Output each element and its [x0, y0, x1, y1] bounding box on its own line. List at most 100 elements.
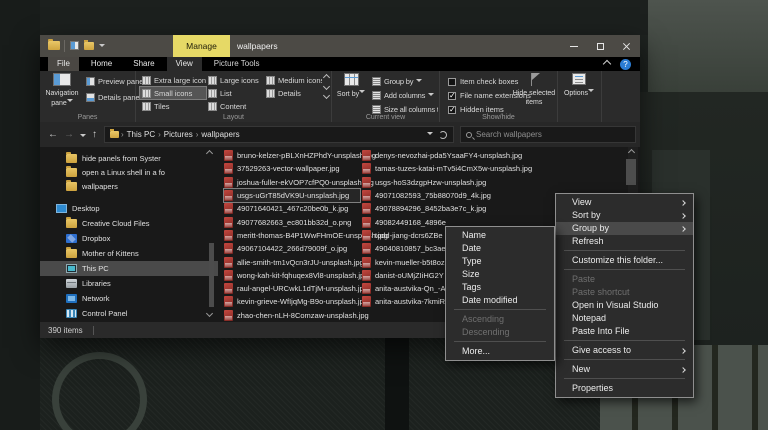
file-item[interactable]: bruno-kelzer-pBLXnHZPhdY-unsplash.jpg: [224, 149, 360, 162]
gallery-more-icon[interactable]: [323, 92, 330, 99]
search-box[interactable]: [460, 126, 636, 143]
sidebar-item-mother-of-kittens[interactable]: Mother of Kittens: [40, 246, 218, 261]
file-item[interactable]: meritt-thomas-B4P1WwFHmOE-unsplash.jpg: [224, 229, 360, 242]
menu-item-view[interactable]: View: [556, 196, 693, 209]
menu-item-sort-by[interactable]: Sort by: [556, 209, 693, 222]
menu-item-tags[interactable]: Tags: [446, 281, 554, 294]
sidebar-item-control-panel[interactable]: Control Panel: [40, 306, 218, 321]
recent-locations-chevron-icon[interactable]: [80, 130, 86, 145]
file-item[interactable]: 49071640421_467c20be0b_k.jpg: [224, 202, 360, 215]
file-item[interactable]: 49077682663_ec801bb32d_o.png: [224, 215, 360, 228]
wallpaper-region: [648, 0, 768, 92]
tab-file[interactable]: File: [48, 57, 79, 71]
file-item[interactable]: denys-nevozhai-pda5YsaaFY4-unsplash.jpg: [362, 149, 602, 162]
qat-chevron-down-icon[interactable]: [99, 44, 105, 50]
menu-item-type[interactable]: Type: [446, 255, 554, 268]
file-item[interactable]: 37529263-vector-wallpaper.jpg: [224, 162, 360, 175]
tab-picture-tools[interactable]: Picture Tools: [205, 57, 269, 71]
menu-item-new[interactable]: New: [556, 363, 693, 376]
layout-option-large-icons[interactable]: Large icons: [206, 74, 264, 86]
menu-item-date-modified[interactable]: Date modified: [446, 294, 554, 307]
menu-item-customize-this-folder[interactable]: Customize this folder...: [556, 254, 693, 267]
layout-option-content[interactable]: Content: [206, 100, 264, 112]
file-item-selected[interactable]: usgs-uGrT85dVK9U-unsplash.jpg: [224, 189, 360, 202]
refresh-icon[interactable]: [439, 131, 447, 139]
layout-option-medium-icons[interactable]: Medium icons: [264, 74, 322, 86]
back-button[interactable]: ←: [48, 127, 58, 142]
gallery-scroll-down-icon[interactable]: [323, 83, 330, 90]
sidebar-item-creative-cloud-files[interactable]: Creative Cloud Files: [40, 216, 218, 231]
menu-item-more[interactable]: More...: [446, 345, 554, 358]
size-all-columns-to-fit-button[interactable]: Size all columns to fit: [372, 105, 438, 114]
menu-item-name[interactable]: Name: [446, 229, 554, 242]
breadcrumb-wallpapers[interactable]: wallpapers: [198, 130, 242, 139]
address-dropdown-icon[interactable]: [427, 132, 433, 138]
menu-item-give-access-to[interactable]: Give access to: [556, 344, 693, 357]
sidebar-item-libraries[interactable]: Libraries: [40, 276, 218, 291]
qat-new-folder-icon[interactable]: [84, 42, 94, 50]
file-name: tamas-tuzes-katai-mTv5i4CmX5w-unsplash.j…: [375, 164, 532, 173]
file-item[interactable]: kevin-grieve-WfIjqMg-B9o-unsplash.jpg: [224, 295, 360, 308]
file-item[interactable]: joshua-fuller-ekVOP7cfPQ0-unsplash.jpg: [224, 176, 360, 189]
layout-option-tiles[interactable]: Tiles: [140, 100, 206, 112]
menu-item-open-in-visual-studio[interactable]: Open in Visual Studio: [556, 299, 693, 312]
breadcrumb-pictures[interactable]: Pictures: [161, 130, 196, 139]
tab-home[interactable]: Home: [82, 57, 121, 71]
file-item[interactable]: raul-angel-URCwkL1dTjM-unsplash.jpg: [224, 282, 360, 295]
sidebar-item-this-pc[interactable]: This PC: [40, 261, 218, 276]
address-bar[interactable]: ›This PC›Pictures›wallpapers: [104, 126, 454, 143]
file-item[interactable]: usgs-hoS3dzgpHzw-unsplash.jpg: [362, 176, 602, 189]
sidebar-scrollbar-thumb[interactable]: [209, 243, 214, 307]
navigation-pane-button[interactable]: Navigation pane: [42, 73, 82, 108]
checkbox-hidden-items[interactable]: Hidden items: [448, 105, 504, 114]
manage-contextual-tab[interactable]: Manage: [173, 35, 230, 57]
file-item[interactable]: zhao-chen-nLH-8Comzaw-unsplash.jpg: [224, 309, 360, 322]
group-by-button[interactable]: Group by: [372, 77, 422, 86]
file-item[interactable]: allie-smith-tm1vQcn3rJU-unsplash.jpg: [224, 255, 360, 268]
file-item[interactable]: 49067104422_266d79009f_o.jpg: [224, 242, 360, 255]
folder-icon: [66, 219, 77, 228]
menu-item-group-by[interactable]: Group by: [556, 222, 693, 235]
sidebar-item-desktop[interactable]: Desktop: [40, 201, 218, 216]
tab-share[interactable]: Share: [124, 57, 163, 71]
ribbon-tabs: FileHomeShare ViewPicture Tools: [40, 57, 640, 71]
sidebar-item-network[interactable]: Network: [40, 291, 218, 306]
menu-item-size[interactable]: Size: [446, 268, 554, 281]
menu-item-properties[interactable]: Properties: [556, 382, 693, 395]
details-pane-button[interactable]: Details pane: [86, 93, 140, 102]
preview-pane-button[interactable]: Preview pane: [86, 77, 143, 86]
list-scrollbar-thumb[interactable]: [626, 159, 636, 185]
checkbox-item-check-boxes[interactable]: Item check boxes: [448, 77, 518, 86]
gallery-scroll-up-icon[interactable]: [323, 74, 330, 81]
breadcrumb-this-pc[interactable]: This PC: [124, 130, 158, 139]
menu-item-notepad[interactable]: Notepad: [556, 312, 693, 325]
layout-option-list[interactable]: List: [206, 87, 264, 99]
layout-option-extra-large-icons[interactable]: Extra large icons: [140, 74, 206, 86]
qat-properties-icon[interactable]: [70, 41, 79, 50]
menu-item-date[interactable]: Date: [446, 242, 554, 255]
layout-option-small-icons[interactable]: Small icons: [140, 87, 206, 99]
close-button[interactable]: [612, 35, 640, 57]
chevron-down-icon: [416, 79, 422, 85]
search-input[interactable]: [476, 130, 630, 139]
sidebar-item-wallpapers[interactable]: wallpapers: [40, 179, 218, 193]
file-item[interactable]: wong-kah-kit-fqhuqex8Vl8-unsplash.jpg: [224, 269, 360, 282]
file-item[interactable]: tamas-tuzes-katai-mTv5i4CmX5w-unsplash.j…: [362, 162, 602, 175]
menu-item-paste-into-file[interactable]: Paste Into File: [556, 325, 693, 338]
help-icon[interactable]: [620, 59, 631, 70]
sidebar-item-hide-panels-from-syster[interactable]: hide panels from Syster: [40, 151, 218, 165]
add-columns-button[interactable]: Add columns: [372, 91, 434, 100]
hide-selected-items-button[interactable]: Hide selected items: [512, 73, 556, 107]
menu-item-label: Paste shortcut: [572, 287, 630, 297]
sidebar-item-dropbox[interactable]: Dropbox: [40, 231, 218, 246]
sort-by-button[interactable]: Sort by: [334, 73, 368, 100]
menu-item-refresh[interactable]: Refresh: [556, 235, 693, 248]
options-button[interactable]: Options: [560, 73, 598, 99]
sidebar-item-open-a-linux-shell-in-a-fo[interactable]: open a Linux shell in a fo: [40, 165, 218, 179]
maximize-button[interactable]: [586, 35, 614, 57]
list-scroll-up-icon[interactable]: [628, 149, 635, 156]
tab-view[interactable]: View: [167, 57, 202, 71]
minimize-button[interactable]: [560, 35, 588, 57]
up-button[interactable]: ↑: [92, 127, 97, 142]
layout-option-details[interactable]: Details: [264, 87, 322, 99]
